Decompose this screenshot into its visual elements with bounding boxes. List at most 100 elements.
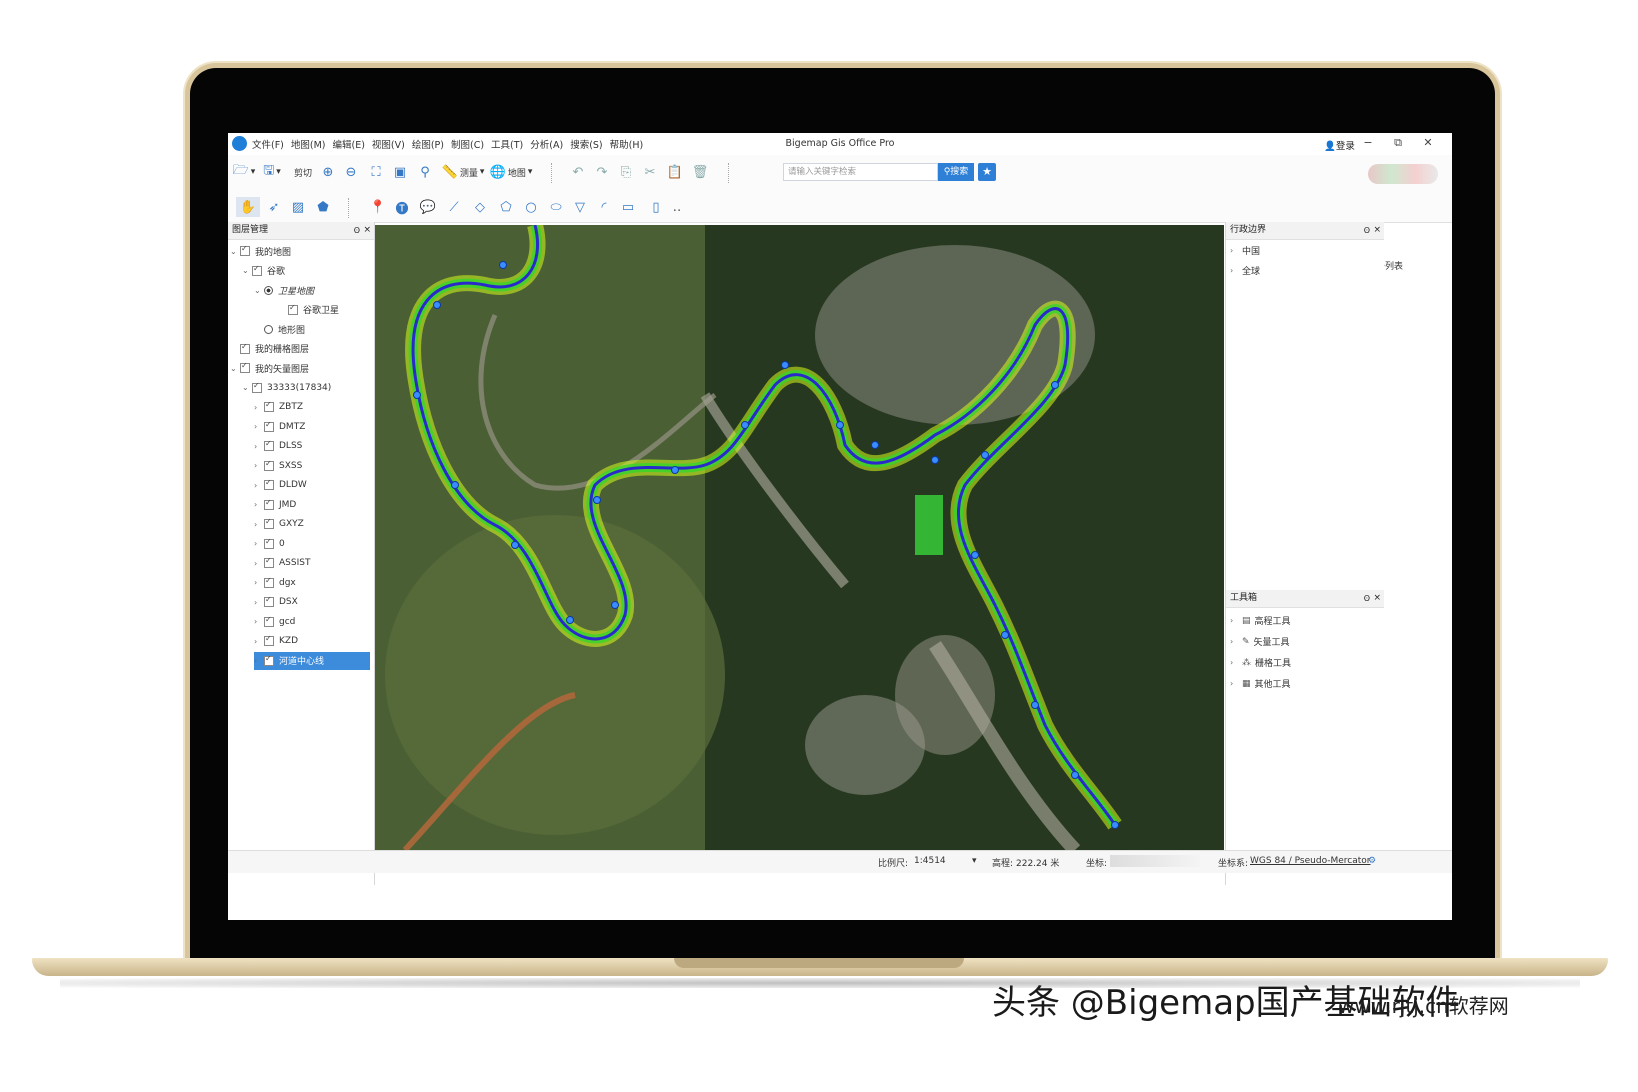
- layer-checkbox[interactable]: [264, 400, 274, 412]
- sector-tool-button[interactable]: ▽: [570, 197, 590, 217]
- chevron-right-icon[interactable]: ›: [254, 559, 264, 568]
- search-button[interactable]: ⚲搜索: [938, 163, 974, 181]
- survey-point[interactable]: [931, 456, 939, 464]
- layer-tree-item[interactable]: › dgx: [254, 574, 296, 592]
- layer-checkbox[interactable]: [252, 381, 262, 393]
- more-tools-button[interactable]: ‥: [670, 197, 684, 217]
- chevron-right-icon[interactable]: ›: [254, 403, 264, 412]
- delete-button[interactable]: 🗑: [690, 162, 710, 182]
- layer-checkbox[interactable]: [240, 342, 250, 354]
- survey-point[interactable]: [1031, 701, 1039, 709]
- layer-tree-item[interactable]: › DSX: [254, 593, 298, 611]
- layer-tree-item[interactable]: ⌄ 卫星地图: [254, 281, 314, 299]
- toolbox-other-tools[interactable]: › ▦ 其他工具: [1230, 677, 1291, 691]
- layer-tree-item[interactable]: 我的栅格图层: [230, 340, 309, 358]
- layer-checkbox[interactable]: [252, 264, 262, 276]
- chevron-down-icon[interactable]: ⌄: [242, 266, 252, 275]
- polyline-tool-button[interactable]: ⟋: [444, 197, 464, 217]
- chevron-down-icon[interactable]: ⌄: [254, 286, 264, 295]
- layer-tree-item[interactable]: ⌄ 谷歌: [242, 262, 285, 280]
- close-icon[interactable]: ×: [363, 222, 371, 239]
- redo-button[interactable]: ↷: [592, 162, 612, 182]
- maximize-button[interactable]: ⧉: [1388, 136, 1408, 152]
- survey-point[interactable]: [981, 451, 989, 459]
- layer-checkbox[interactable]: [264, 517, 274, 529]
- layer-tree-item[interactable]: › DMTZ: [254, 418, 305, 436]
- layer-tree-item[interactable]: ⌄ 我的地图: [230, 242, 291, 260]
- chevron-right-icon[interactable]: ›: [254, 598, 264, 607]
- layer-checkbox[interactable]: [264, 634, 274, 646]
- survey-point[interactable]: [781, 361, 789, 369]
- toolbox-vector-tools[interactable]: › ✎ 矢量工具: [1230, 635, 1290, 649]
- scale-dropdown-icon[interactable]: ▾: [972, 856, 977, 866]
- locate-button[interactable]: ⚲: [415, 162, 435, 182]
- image-tool-button[interactable]: ▨: [288, 197, 308, 217]
- circle-tool-button[interactable]: ○: [521, 197, 541, 217]
- survey-point[interactable]: [741, 421, 749, 429]
- login-button[interactable]: 👤登录: [1324, 138, 1355, 152]
- basemap-button[interactable]: 🌐 地图 ▾: [486, 162, 536, 182]
- pin-icon[interactable]: ʘ: [1364, 590, 1370, 607]
- chevron-right-icon[interactable]: ›: [254, 461, 264, 470]
- copy-button[interactable]: ⎘: [616, 162, 636, 182]
- full-extent-button[interactable]: ⛶: [366, 162, 386, 182]
- survey-point[interactable]: [611, 601, 619, 609]
- map-canvas[interactable]: [375, 225, 1224, 850]
- survey-point[interactable]: [499, 261, 507, 269]
- layer-checkbox[interactable]: [240, 361, 250, 373]
- chevron-right-icon[interactable]: ›: [254, 637, 264, 646]
- layer-radio[interactable]: [264, 324, 273, 334]
- layer-tree-item[interactable]: › DLSS: [254, 437, 302, 455]
- minimize-button[interactable]: −: [1358, 136, 1378, 152]
- chevron-right-icon[interactable]: ›: [254, 422, 264, 431]
- chevron-right-icon[interactable]: ›: [254, 539, 264, 548]
- survey-point[interactable]: [566, 616, 574, 624]
- layer-checkbox[interactable]: [264, 420, 274, 432]
- rectangle-tool-button[interactable]: ▭: [618, 197, 638, 217]
- layer-tree-item[interactable]: ⌄ 33333(17834): [242, 379, 331, 397]
- frame-tool-button[interactable]: ▯: [646, 197, 666, 217]
- chevron-right-icon[interactable]: ›: [254, 617, 264, 626]
- layer-tree-item[interactable]: 谷歌卫星: [278, 301, 339, 319]
- survey-point[interactable]: [413, 391, 421, 399]
- layer-checkbox[interactable]: [264, 439, 274, 451]
- layer-checkbox[interactable]: [264, 556, 274, 568]
- chevron-right-icon[interactable]: ›: [254, 520, 264, 529]
- chevron-down-icon[interactable]: ⌄: [242, 383, 252, 392]
- zoom-in-button[interactable]: ⊕: [318, 162, 338, 182]
- survey-point[interactable]: [836, 421, 844, 429]
- layer-checkbox[interactable]: [264, 654, 274, 666]
- layer-tree-item[interactable]: ›0: [254, 535, 285, 553]
- chevron-right-icon[interactable]: ›: [254, 481, 264, 490]
- paste-button[interactable]: 📋: [665, 162, 685, 182]
- shape-tool-button[interactable]: ⬟: [313, 197, 333, 217]
- fit-extent-button[interactable]: ▣: [390, 162, 410, 182]
- favorite-button[interactable]: ★: [978, 163, 996, 181]
- admin-item-global[interactable]: › 全球: [1230, 264, 1260, 277]
- pin-icon[interactable]: ʘ: [1364, 222, 1370, 239]
- layer-checkbox[interactable]: [264, 537, 274, 549]
- survey-point[interactable]: [1051, 381, 1059, 389]
- save-button[interactable]: 🖫 ▾: [260, 162, 284, 182]
- layer-checkbox[interactable]: [264, 478, 274, 490]
- chevron-right-icon[interactable]: ›: [254, 442, 264, 451]
- chevron-right-icon[interactable]: ›: [254, 500, 264, 509]
- chevron-right-icon[interactable]: ›: [254, 578, 264, 587]
- survey-point[interactable]: [593, 496, 601, 504]
- clip-button[interactable]: 剪切: [286, 162, 318, 182]
- layer-tree-item[interactable]: 地形图: [254, 320, 305, 338]
- undo-button[interactable]: ↶: [568, 162, 588, 182]
- zoom-out-button[interactable]: ⊖: [341, 162, 361, 182]
- survey-point[interactable]: [871, 441, 879, 449]
- layer-tree-item[interactable]: › ASSIST: [254, 554, 310, 572]
- select-button[interactable]: ➶: [264, 197, 284, 217]
- layer-tree-item[interactable]: › KZD: [254, 632, 298, 650]
- layer-tree-item[interactable]: ⌄ 我的矢量图层: [230, 359, 309, 377]
- survey-point[interactable]: [671, 466, 679, 474]
- marker-tool-button[interactable]: 📍: [368, 197, 388, 217]
- survey-point[interactable]: [451, 481, 459, 489]
- layer-tree-item[interactable]: › gcd: [254, 613, 295, 631]
- toolbox-raster-tools[interactable]: › ⁂ 栅格工具: [1230, 656, 1291, 670]
- survey-point[interactable]: [1111, 821, 1119, 829]
- layer-tree-item[interactable]: › GXYZ: [254, 515, 304, 533]
